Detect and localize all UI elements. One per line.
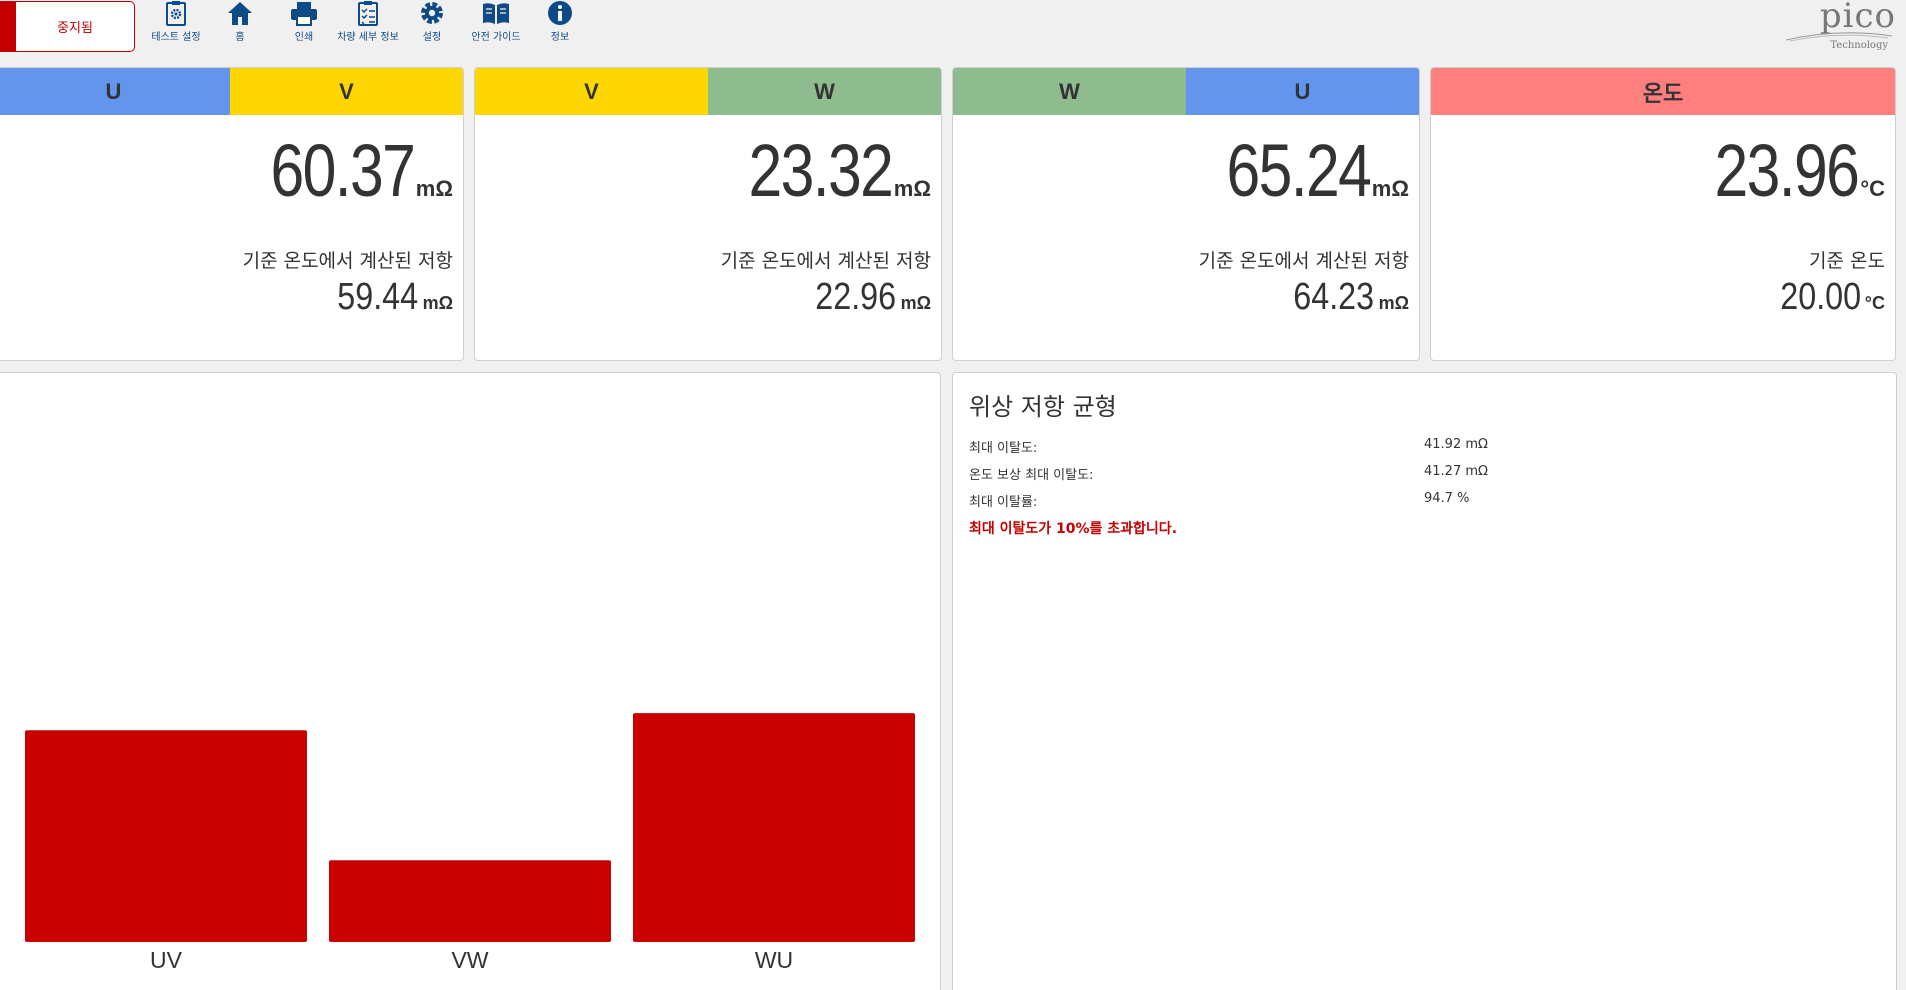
- reference-label: 기준 온도에서 계산된 저항: [242, 250, 453, 272]
- home-label: 홈: [235, 32, 245, 43]
- resistance-card-wu: W U 65.24 mΩ 기준 온도에서 계산된 저항 64.23 mΩ: [952, 67, 1420, 361]
- stopped-status-button[interactable]: 중지됨: [0, 1, 135, 52]
- temperature-card: 온도 23.96 °C 기준 온도 20.00 °C: [1430, 67, 1896, 361]
- info-icon: [548, 1, 572, 25]
- reference-temperature-unit: °C: [1864, 293, 1885, 313]
- info-label: 정보: [550, 32, 570, 43]
- max-deviation-label: 최대 이탈도:: [969, 441, 1038, 456]
- print-icon: [291, 2, 317, 26]
- reference-value-row: 59.44 mΩ: [323, 276, 453, 319]
- reference-temperature-label: 기준 온도: [1809, 250, 1885, 272]
- tick-label-wu: WU: [755, 947, 793, 973]
- resistance-unit: mΩ: [893, 176, 931, 201]
- reference-unit: mΩ: [900, 293, 931, 313]
- phase-u-label: U: [1186, 68, 1419, 115]
- phase-w-label: W: [953, 68, 1186, 115]
- main-value-row: 60.37 mΩ: [239, 128, 453, 213]
- tick-label-vw: VW: [451, 947, 488, 973]
- reference-label: 기준 온도에서 계산된 저항: [1198, 250, 1409, 272]
- temperature-value: 23.96: [1714, 129, 1860, 212]
- temperature-unit: °C: [1860, 176, 1885, 201]
- phase-balance-panel: 위상 저항 균형 최대 이탈도: 41.92 mΩ 온도 보상 최대 이탈도: …: [952, 372, 1897, 990]
- phase-w-label: W: [708, 68, 941, 115]
- reference-label: 기준 온도에서 계산된 저항: [720, 250, 931, 272]
- info-button[interactable]: 정보: [515, 0, 605, 43]
- resistance-value: 23.32: [748, 129, 893, 212]
- reference-unit: mΩ: [422, 293, 453, 313]
- max-deviation-rate-label: 최대 이탈률:: [969, 495, 1038, 510]
- reference-value: 22.96: [815, 276, 897, 318]
- resistance-card-vw: V W 23.32 mΩ 기준 온도에서 계산된 저항 22.96 mΩ: [474, 67, 942, 361]
- bar-uv: [25, 730, 307, 942]
- test-settings-icon: [166, 1, 186, 26]
- resistance-unit: mΩ: [1371, 176, 1409, 201]
- phase-v-label: V: [475, 68, 708, 115]
- app-root: 중지됨 테스트 설정 홈 인쇄 차량 세부 정보 설정 안전 가이드 정보 pi…: [0, 0, 1906, 990]
- reference-value: 64.23: [1293, 276, 1375, 318]
- print-label: 인쇄: [294, 32, 314, 43]
- resistance-unit: mΩ: [415, 176, 453, 201]
- resistance-value: 60.37: [270, 129, 415, 212]
- temp-comp-max-deviation-label: 온도 보상 최대 이탈도:: [969, 468, 1094, 483]
- phase-u-label: U: [0, 68, 230, 115]
- card-header-wu: W U: [953, 68, 1419, 115]
- main-value-row: 65.24 mΩ: [1195, 128, 1409, 213]
- card-header-temperature: 온도: [1431, 68, 1895, 115]
- status-label: 중지됨: [57, 21, 93, 36]
- deviation-warning: 최대 이탈도가 10%를 초과합니다.: [969, 521, 1178, 537]
- resistance-bar-chart-panel: UV VW WU: [0, 372, 941, 990]
- vehicle-details-icon: [358, 1, 378, 26]
- reference-unit: mΩ: [1378, 293, 1409, 313]
- resistance-bar-chart: UV VW WU: [25, 713, 915, 973]
- balance-title: 위상 저항 균형: [969, 393, 1117, 421]
- card-header-vw: V W: [475, 68, 941, 115]
- reference-value-row: 64.23 mΩ: [1279, 276, 1409, 319]
- main-value-row: 23.32 mΩ: [717, 128, 931, 213]
- tick-label-uv: UV: [150, 947, 183, 973]
- resistance-value: 65.24: [1226, 129, 1371, 212]
- max-deviation-rate-value: 94.7 %: [1424, 491, 1470, 506]
- resistance-card-uv: U V 60.37 mΩ 기준 온도에서 계산된 저항 59.44 mΩ: [0, 67, 464, 361]
- book-icon: [483, 3, 509, 24]
- pico-logo: pico Technology: [1778, 0, 1898, 52]
- main-value-row: 23.96 °C: [1683, 128, 1885, 213]
- reference-value-row: 20.00 °C: [1766, 276, 1885, 319]
- reference-temperature-value: 20.00: [1779, 276, 1861, 318]
- test-settings-label: 테스트 설정: [151, 32, 201, 43]
- phase-v-label: V: [230, 68, 463, 115]
- max-deviation-value: 41.92 mΩ: [1424, 437, 1488, 452]
- safety-guide-label: 안전 가이드: [471, 32, 521, 43]
- gear-icon: [421, 2, 443, 24]
- logo-sub: Technology: [1830, 40, 1888, 51]
- home-icon: [228, 2, 252, 25]
- reference-value: 59.44: [337, 276, 419, 318]
- card-header-uv: U V: [0, 68, 463, 115]
- bar-wu: [633, 713, 915, 942]
- settings-label: 설정: [422, 32, 442, 43]
- reference-value-row: 22.96 mΩ: [801, 276, 931, 319]
- temp-comp-max-deviation-value: 41.27 mΩ: [1424, 464, 1488, 479]
- temperature-label: 온도: [1431, 68, 1895, 115]
- bar-vw: [329, 860, 611, 942]
